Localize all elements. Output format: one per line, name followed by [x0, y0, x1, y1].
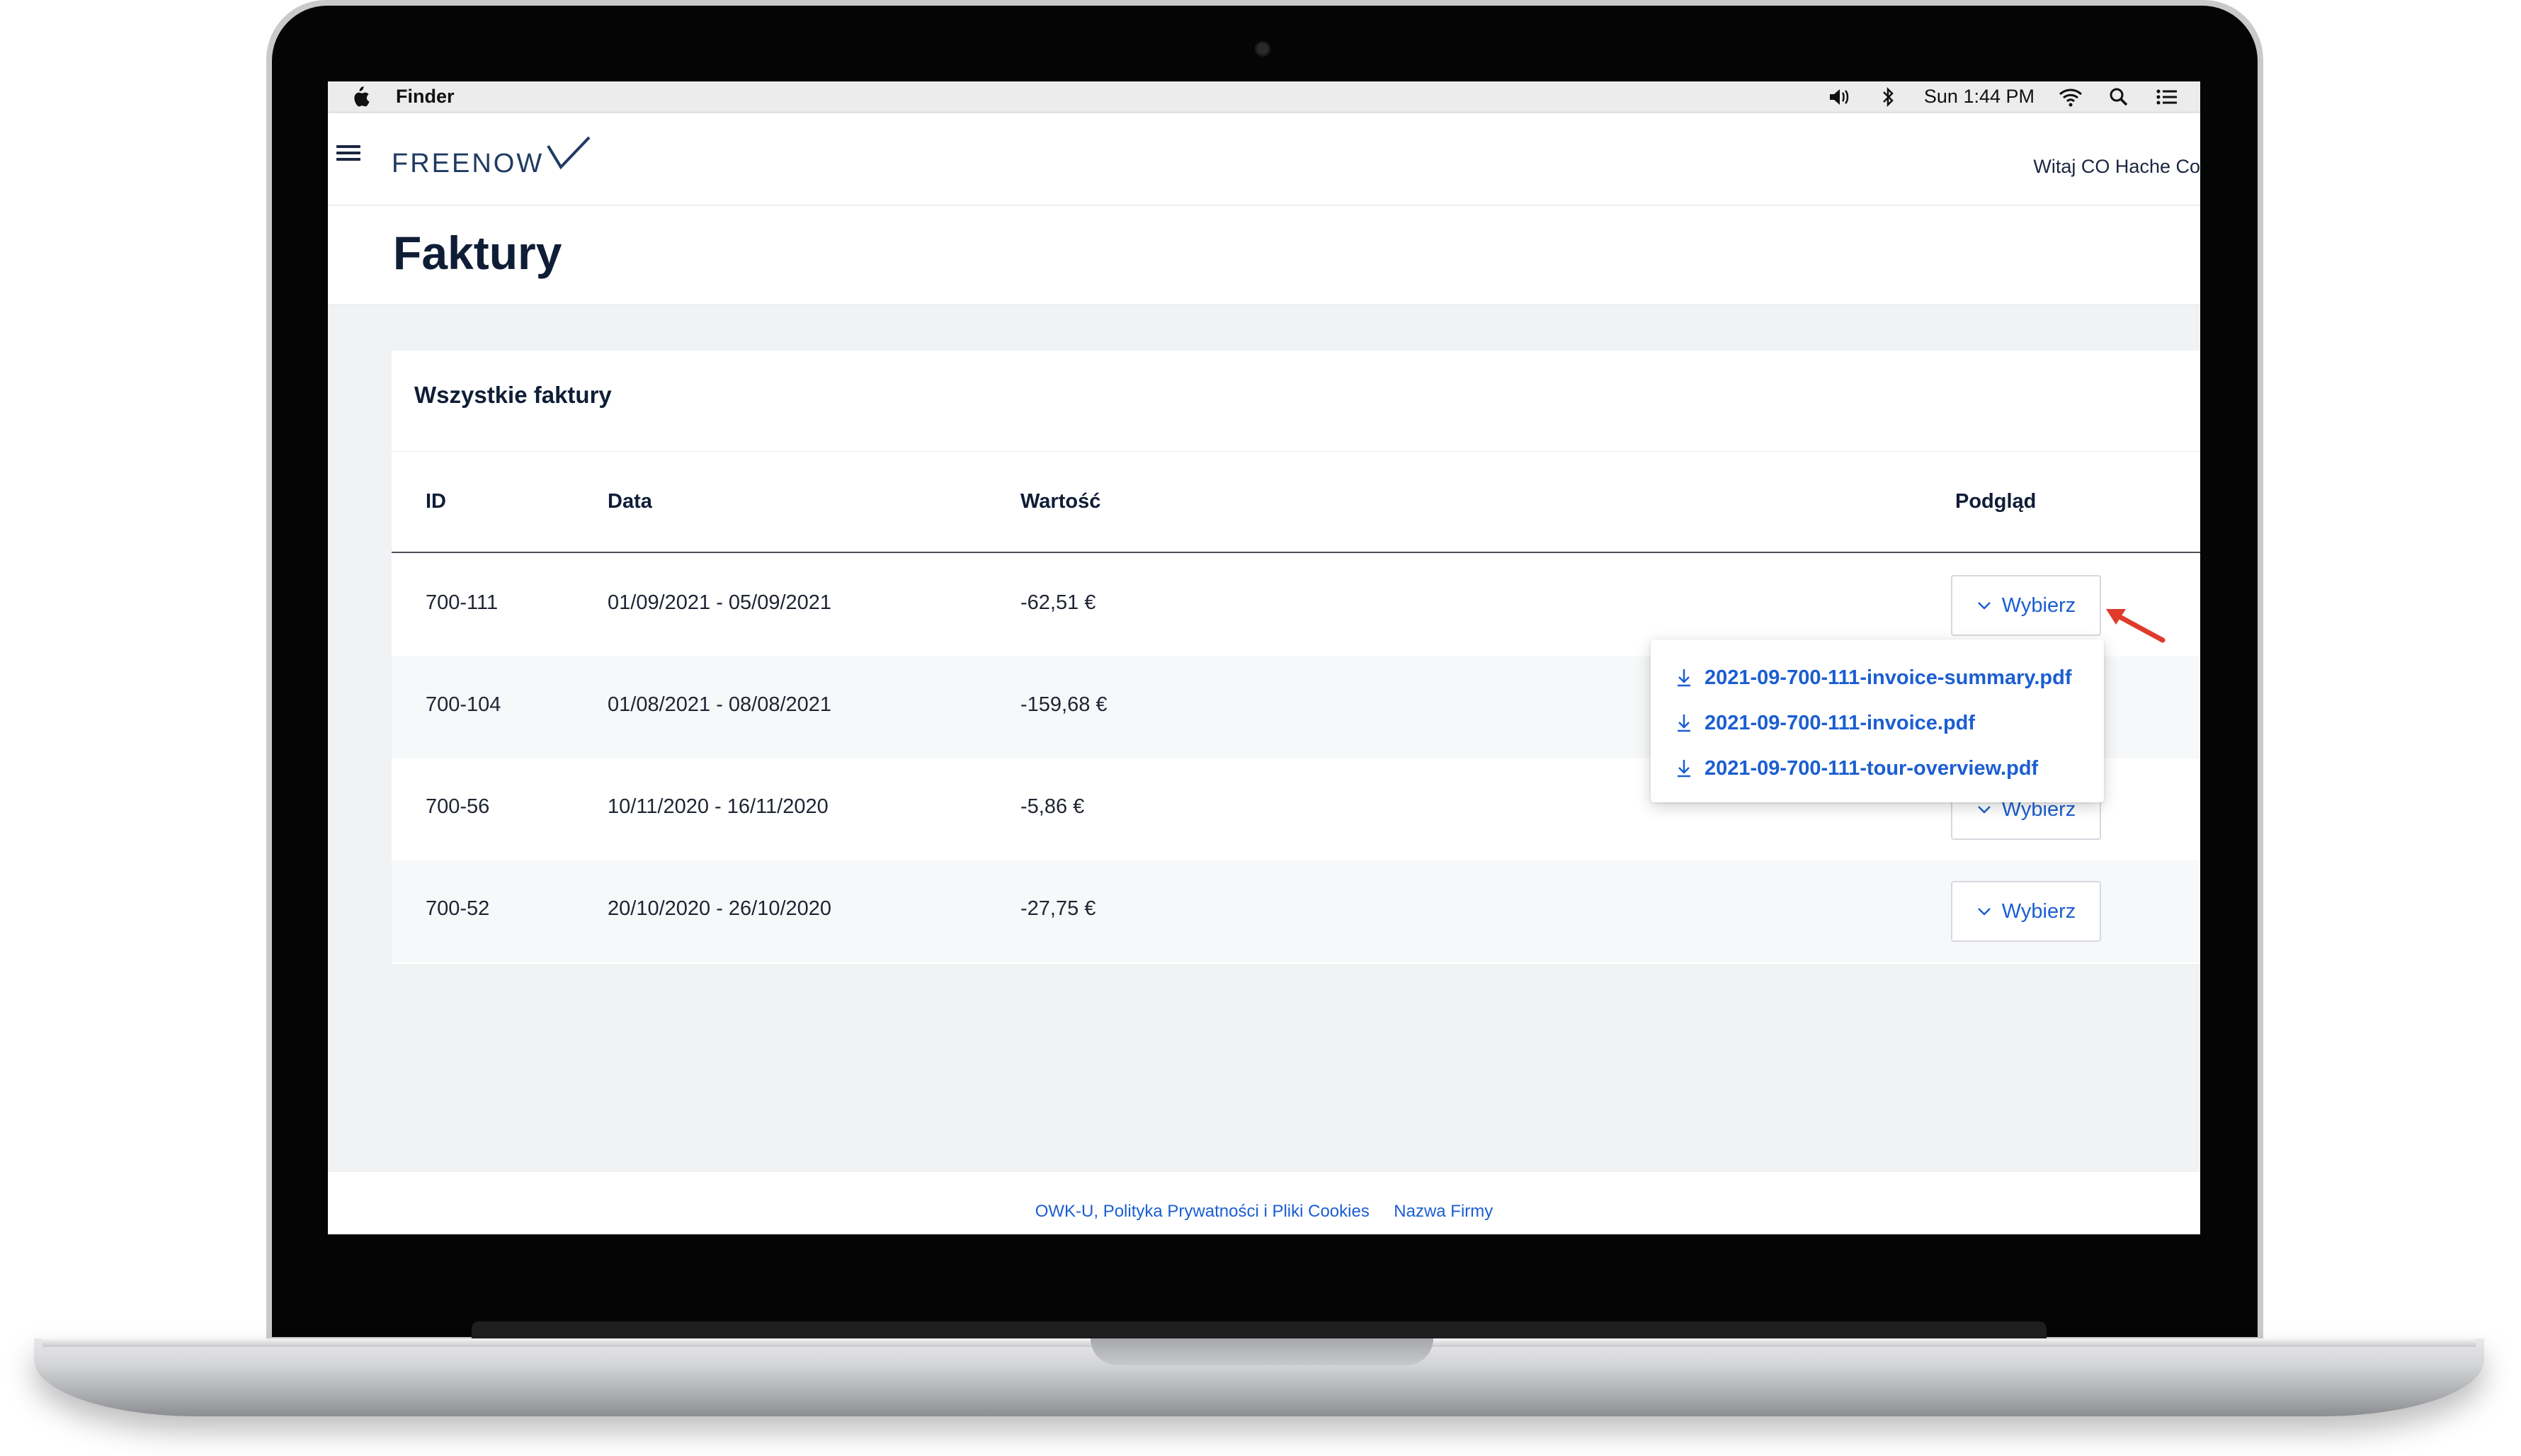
wifi-icon[interactable] [2059, 86, 2083, 108]
menubar: Finder Sun 1:44 PM [328, 81, 2200, 113]
invoice-date: 20/10/2020 - 26/10/2020 [608, 897, 832, 920]
column-header-id: ID [426, 490, 446, 513]
search-icon[interactable] [2107, 86, 2131, 108]
menubar-status-area: Sun 1:44 PM [1828, 86, 2179, 108]
screen: Finder Sun 1:44 PM FREENOW Witaj CO Hach… [328, 81, 2200, 1234]
annotation-arrow-icon [2106, 609, 2166, 643]
app-header: FREENOW Witaj CO Hache Co [328, 113, 2200, 205]
column-header-date: Data [608, 490, 652, 513]
table-row: 700-52 20/10/2020 - 26/10/2020 -27,75 € … [392, 860, 2200, 962]
dropdown-item-invoice-summary[interactable]: 2021-09-700-111-invoice-summary.pdf [1651, 655, 2104, 700]
file-dropdown-menu: 2021-09-700-111-invoice-summary.pdf 2021… [1651, 639, 2104, 802]
footer-link-terms[interactable]: OWK-U, Polityka Prywatności i Pliki Cook… [1035, 1202, 1370, 1222]
dropdown-item-invoice[interactable]: 2021-09-700-111-invoice.pdf [1651, 700, 2104, 746]
chevron-down-icon [1976, 601, 1992, 610]
chevron-down-icon [1976, 804, 1992, 814]
invoice-id: 700-104 [426, 693, 501, 716]
bluetooth-icon[interactable] [1876, 86, 1900, 108]
camera-icon [1255, 41, 1270, 57]
list-icon[interactable] [2155, 86, 2179, 108]
dropdown-item-label: 2021-09-700-111-tour-overview.pdf [1705, 756, 2039, 780]
freenow-logo[interactable]: FREENOW [392, 127, 592, 177]
logo-check-icon [547, 136, 591, 170]
invoice-id: 700-111 [426, 591, 499, 614]
invoice-value: -27,75 € [1020, 897, 1096, 920]
page-title: Faktury [393, 227, 562, 279]
chevron-down-icon [1976, 906, 1992, 916]
invoice-id: 700-52 [426, 897, 490, 920]
laptop-hinge [472, 1321, 2047, 1338]
table-header: ID Data Wartość Podgląd [392, 452, 2200, 553]
menubar-app-name[interactable]: Finder [396, 86, 455, 108]
download-icon [1675, 758, 1693, 779]
dropdown-item-tour-overview[interactable]: 2021-09-700-111-tour-overview.pdf [1651, 746, 2104, 791]
laptop-notch [1091, 1338, 1433, 1365]
hamburger-menu-icon[interactable] [336, 142, 360, 166]
select-file-button[interactable]: Wybierz [1951, 881, 2101, 942]
select-button-label: Wybierz [2001, 593, 2076, 617]
logo-text: FREENOW [392, 149, 545, 178]
download-icon [1675, 667, 1693, 688]
volume-icon[interactable] [1828, 86, 1852, 108]
column-header-value: Wartość [1020, 490, 1101, 513]
invoice-date: 01/08/2021 - 08/08/2021 [608, 693, 832, 716]
select-file-button[interactable]: Wybierz [1951, 575, 2101, 636]
page-footer: OWK-U, Polityka Prywatności i Pliki Cook… [328, 1172, 2200, 1234]
column-header-preview: Podgląd [1955, 490, 2037, 513]
footer-link-company[interactable]: Nazwa Firmy [1394, 1202, 1493, 1222]
download-icon [1675, 712, 1693, 734]
invoice-id: 700-56 [426, 795, 490, 818]
dropdown-item-label: 2021-09-700-111-invoice.pdf [1705, 711, 1976, 734]
page-title-band: Faktury [328, 206, 2200, 305]
invoice-value: -62,51 € [1020, 591, 1096, 614]
invoices-card-title: Wszystkie faktury [414, 382, 612, 408]
menubar-clock[interactable]: Sun 1:44 PM [1924, 86, 2035, 108]
invoice-value: -159,68 € [1020, 693, 1108, 716]
invoice-date: 10/11/2020 - 16/11/2020 [608, 795, 829, 818]
invoice-value: -5,86 € [1020, 795, 1085, 818]
dropdown-item-label: 2021-09-700-111-invoice-summary.pdf [1705, 666, 2072, 689]
user-greeting[interactable]: Witaj CO Hache Co [2033, 156, 2200, 178]
select-button-label: Wybierz [2001, 899, 2076, 923]
invoice-date: 01/09/2021 - 05/09/2021 [608, 591, 832, 614]
apple-icon[interactable] [349, 85, 370, 109]
